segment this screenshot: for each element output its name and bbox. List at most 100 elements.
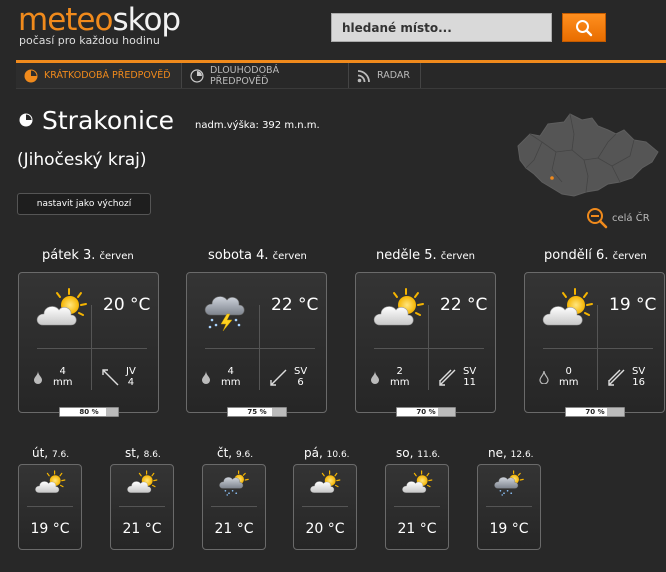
wind-direction: SV <box>632 366 646 377</box>
extended-day-title: ne, 12.6. <box>488 446 534 460</box>
probability-bar: 75 % <box>227 407 287 417</box>
extended-day-name: st, <box>125 446 140 460</box>
sun-cloud-icon <box>33 287 93 331</box>
logo[interactable]: meteoskop <box>18 2 181 38</box>
divider <box>119 506 165 507</box>
tagline: počasí pro každou hodinu <box>19 34 160 47</box>
probability-label: 80 % <box>79 408 99 416</box>
raindrop-icon <box>371 371 379 384</box>
divider <box>37 348 147 349</box>
logo-text-part2: skop <box>112 2 181 38</box>
day-month: červen <box>440 251 475 262</box>
probability-bar: 70 % <box>565 407 625 417</box>
extended-day-date: 11.6. <box>417 450 441 460</box>
extended-day-card[interactable]: 21 °C <box>110 464 174 550</box>
extended-temperature: 21 °C <box>214 521 254 537</box>
czech-map[interactable] <box>512 112 662 198</box>
day-title: neděle 5. červen <box>376 248 475 263</box>
precip-value: 0 <box>565 366 572 377</box>
day-temperature: 22 °C <box>440 295 488 315</box>
nav-divider <box>16 88 666 89</box>
wind-speed: 4 <box>127 377 135 388</box>
extended-day-date: 10.6. <box>326 450 350 460</box>
extended-temperature: 21 °C <box>397 521 437 537</box>
extended-day-date: 8.6. <box>143 450 161 460</box>
wind: SV 6 <box>294 366 307 388</box>
tab-label: KRÁTKODOBÁ PŘEDPOVĚĎ <box>44 70 171 81</box>
sun-cloud-icon <box>539 287 599 331</box>
divider <box>211 506 257 507</box>
day-card[interactable]: 20 °C 4 mm JV 4 <box>18 272 159 413</box>
extended-day-title: pá, 10.6. <box>304 446 350 460</box>
extended-day-name: ne, <box>488 446 507 460</box>
day-card[interactable]: 22 °C 2 mm SV 11 <box>355 272 496 413</box>
day-card[interactable]: 19 °C 0 mm SV 16 <box>524 272 665 413</box>
extended-day-name: pá, <box>304 446 323 460</box>
day-title: pátek 3. červen <box>42 248 134 263</box>
day-month: červen <box>612 251 647 262</box>
extended-day-card[interactable]: 21 °C <box>385 464 449 550</box>
precip-value: 2 <box>396 366 403 377</box>
wind-speed: 11 <box>463 377 476 388</box>
altitude: nadm.výška: 392 m.n.m. <box>195 120 320 131</box>
search-input[interactable] <box>331 13 552 42</box>
divider <box>205 348 315 349</box>
precipitation: 4 mm <box>221 366 240 388</box>
day-title: pondělí 6. červen <box>544 248 647 263</box>
extended-day-title: čt, 9.6. <box>217 446 253 460</box>
clock-icon <box>24 69 38 82</box>
wind-arrow-icon <box>439 369 456 386</box>
day-card[interactable]: 22 °C 4 mm SV 6 <box>186 272 327 413</box>
precip-unit: mm <box>559 377 579 388</box>
tab-radar[interactable]: RADAR <box>349 63 421 88</box>
day-temperature: 20 °C <box>103 295 151 315</box>
sun-cloud-icon <box>400 469 436 497</box>
tab-long-term-forecast[interactable]: DLOUHODOBÁ PŘEDPOVĚĎ <box>182 63 349 88</box>
extended-day-card[interactable]: 19 °C <box>477 464 541 550</box>
day-name: neděle 5. <box>376 248 437 263</box>
extended-day-card[interactable]: 21 °C <box>202 464 266 550</box>
wind-speed: 6 <box>297 377 304 388</box>
location-marker-icon <box>550 176 554 180</box>
wind: JV 4 <box>126 366 136 388</box>
raindrop-icon <box>539 371 549 384</box>
probability-label: 70 % <box>416 408 436 416</box>
main-nav: KRÁTKODOBÁ PŘEDPOVĚĎ DLOUHODOBÁ PŘEDPOVĚ… <box>16 60 666 88</box>
extended-day-date: 12.6. <box>510 450 534 460</box>
sun-cloud-icon <box>33 469 69 497</box>
day-name: pátek 3. <box>42 248 96 263</box>
sun-cloud-icon <box>308 469 344 497</box>
day-name: sobota 4. <box>208 248 269 263</box>
day-month: červen <box>99 251 134 262</box>
divider <box>302 506 348 507</box>
extended-temperature: 19 °C <box>489 521 529 537</box>
extended-day-name: čt, <box>217 446 233 460</box>
wind-arrow-icon <box>608 369 625 386</box>
extended-day-title: st, 8.6. <box>125 446 161 460</box>
divider <box>394 506 440 507</box>
tab-short-term-forecast[interactable]: KRÁTKODOBÁ PŘEDPOVĚĎ <box>16 63 182 88</box>
page: meteoskop počasí pro každou hodinu KRÁTK… <box>0 0 666 572</box>
day-name: pondělí 6. <box>544 248 609 263</box>
wind-arrow-icon <box>270 369 287 386</box>
wind-direction: SV <box>463 366 477 377</box>
search-button[interactable] <box>562 13 606 42</box>
extended-day-card[interactable]: 19 °C <box>18 464 82 550</box>
set-default-button[interactable]: nastavit jako výchozí <box>17 193 151 215</box>
wind-direction: JV <box>126 366 136 377</box>
rain-cloud-icon <box>492 469 528 497</box>
tab-label: RADAR <box>377 70 410 81</box>
extended-day-date: 7.6. <box>51 450 70 460</box>
sun-cloud-icon <box>370 287 430 331</box>
extended-day-date: 9.6. <box>235 450 254 460</box>
precipitation: 2 mm <box>390 366 409 388</box>
extended-day-card[interactable]: 20 °C <box>293 464 357 550</box>
extended-day-name: út, <box>32 446 49 460</box>
probability-label: 75 % <box>247 408 267 416</box>
whole-country-link[interactable]: celá ČR <box>586 207 650 229</box>
storm-icon <box>201 287 261 331</box>
day-temperature: 19 °C <box>609 295 657 315</box>
extended-day-title: út, 7.6. <box>32 446 69 460</box>
zoom-out-icon <box>587 208 608 229</box>
divider <box>27 506 73 507</box>
